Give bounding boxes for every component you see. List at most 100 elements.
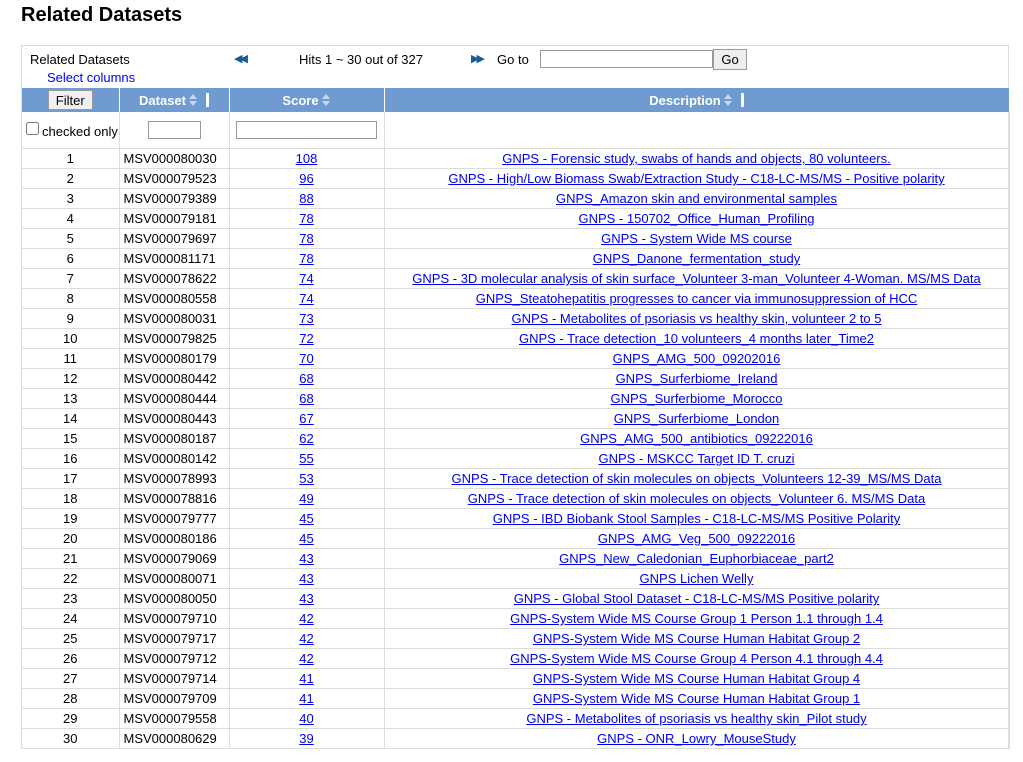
description-link[interactable]: GNPS_Surferbiome_Ireland [616,371,778,386]
filter-header: Filter [22,88,120,112]
score-link[interactable]: 42 [299,631,313,646]
score-link[interactable]: 43 [299,591,313,606]
score-link[interactable]: 70 [299,351,313,366]
description-link[interactable]: GNPS - Metabolites of psoriasis vs healt… [526,711,866,726]
checked-only-label: checked only [42,123,118,139]
score-link[interactable]: 74 [299,271,313,286]
description-link[interactable]: GNPS-System Wide MS Course Human Habitat… [533,691,860,706]
row-number: 18 [22,488,120,509]
table-row: 26 MSV000079712 42 GNPS-System Wide MS Cour… [22,648,1010,669]
description-column-header[interactable]: Description [384,88,1010,112]
row-number: 8 [22,288,120,309]
score-cell: 78 [229,228,385,249]
description-link[interactable]: GNPS - Forensic study, swabs of hands an… [502,151,891,166]
description-link[interactable]: GNPS - 150702_Office_Human_Profiling [578,211,814,226]
score-cell: 43 [229,588,385,609]
score-link[interactable]: 68 [299,391,313,406]
score-link[interactable]: 72 [299,331,313,346]
score-link[interactable]: 41 [299,671,313,686]
dataset-id: MSV000079069 [119,548,230,569]
sort-icon[interactable] [723,93,733,107]
score-link[interactable]: 78 [299,211,313,226]
score-link[interactable]: 43 [299,551,313,566]
goto-label: Go to [497,52,529,67]
description-link[interactable]: GNPS_Steatohepatitis progresses to cance… [476,291,918,306]
prev-page-icon[interactable]: ◀◀ [234,52,248,65]
score-link[interactable]: 62 [299,431,313,446]
description-link[interactable]: GNPS - 3D molecular analysis of skin sur… [412,271,980,286]
row-number: 29 [22,708,120,729]
description-link[interactable]: GNPS - Trace detection of skin molecules… [468,491,925,506]
score-link[interactable]: 45 [299,531,313,546]
checked-only-checkbox[interactable] [26,121,39,135]
dataset-id: MSV000079710 [119,608,230,629]
description-link[interactable]: GNPS-System Wide MS Course Human Habitat… [533,671,860,686]
description-link[interactable]: GNPS - ONR_Lowry_MouseStudy [597,731,796,746]
description-link[interactable]: GNPS_Surferbiome_Morocco [611,391,783,406]
score-link[interactable]: 45 [299,511,313,526]
row-number: 6 [22,248,120,269]
score-link[interactable]: 40 [299,711,313,726]
dataset-column-header[interactable]: Dataset [119,88,230,112]
score-link[interactable]: 108 [296,151,318,166]
table-row: 11 MSV000080179 70 GNPS_AMG_500_09202016 [22,348,1010,369]
description-link[interactable]: GNPS_New_Caledonian_Euphorbiaceae_part2 [559,551,834,566]
description-link[interactable]: GNPS-System Wide MS Course Human Habitat… [533,631,860,646]
sort-icon[interactable] [321,93,331,107]
description-link[interactable]: GNPS_AMG_500_antibiotics_09222016 [580,431,813,446]
score-cell: 42 [229,608,385,629]
description-link[interactable]: GNPS - IBD Biobank Stool Samples - C18-L… [493,511,900,526]
description-link[interactable]: GNPS - Trace detection_10 volunteers_4 m… [519,331,874,346]
score-link[interactable]: 96 [299,171,313,186]
column-resize-handle[interactable] [740,92,744,107]
score-link[interactable]: 78 [299,251,313,266]
description-link[interactable]: GNPS Lichen Welly [640,571,754,586]
description-link[interactable]: GNPS-System Wide MS Course Group 4 Perso… [510,651,883,666]
score-column-header[interactable]: Score [229,88,385,112]
dataset-id: MSV000081171 [119,248,230,269]
score-link[interactable]: 67 [299,411,313,426]
filter-button[interactable]: Filter [47,90,93,110]
description-link[interactable]: GNPS_AMG_Veg_500_09222016 [598,531,795,546]
score-link[interactable]: 53 [299,471,313,486]
score-link[interactable]: 41 [299,691,313,706]
description-link[interactable]: GNPS - High/Low Biomass Swab/Extraction … [448,171,944,186]
score-link[interactable]: 39 [299,731,313,746]
row-number: 12 [22,368,120,389]
dataset-filter-input[interactable] [147,121,201,139]
next-page-icon[interactable]: ▶▶ [471,52,485,65]
column-resize-handle[interactable] [205,92,209,107]
table-row: 18 MSV000078816 49 GNPS - Trace detection o… [22,488,1010,509]
table-row: 12 MSV000080442 68 GNPS_Surferbiome_Ireland [22,368,1010,389]
description-cell: GNPS-System Wide MS Course Group 4 Perso… [384,648,1010,669]
score-link[interactable]: 74 [299,291,313,306]
description-link[interactable]: GNPS_Surferbiome_London [614,411,780,426]
score-link[interactable]: 88 [299,191,313,206]
description-cell: GNPS_Danone_fermentation_study [384,248,1010,269]
sort-icon[interactable] [188,93,198,107]
description-link[interactable]: GNPS - System Wide MS course [601,231,792,246]
description-link[interactable]: GNPS_AMG_500_09202016 [613,351,781,366]
score-link[interactable]: 55 [299,451,313,466]
score-link[interactable]: 43 [299,571,313,586]
description-cell: GNPS - 3D molecular analysis of skin sur… [384,268,1010,289]
description-link[interactable]: GNPS - Global Stool Dataset - C18-LC-MS/… [514,591,880,606]
description-link[interactable]: GNPS_Amazon skin and environmental sampl… [556,191,837,206]
description-link[interactable]: GNPS - MSKCC Target ID T. cruzi [598,451,794,466]
description-link[interactable]: GNPS - Metabolites of psoriasis vs healt… [512,311,882,326]
description-link[interactable]: GNPS-System Wide MS Course Group 1 Perso… [510,611,883,626]
goto-input[interactable] [540,50,713,68]
score-link[interactable]: 42 [299,611,313,626]
score-link[interactable]: 49 [299,491,313,506]
score-link[interactable]: 73 [299,311,313,326]
score-link[interactable]: 78 [299,231,313,246]
toolbar: Related Datasets Select columns ◀◀ Hits … [22,46,1008,88]
description-link[interactable]: GNPS - Trace detection of skin molecules… [452,471,942,486]
go-button[interactable]: Go [713,49,747,70]
score-link[interactable]: 42 [299,651,313,666]
description-link[interactable]: GNPS_Danone_fermentation_study [593,251,800,266]
score-link[interactable]: 68 [299,371,313,386]
score-cell: 68 [229,388,385,409]
score-filter-input[interactable] [236,121,377,139]
select-columns-link[interactable]: Select columns [47,70,135,85]
